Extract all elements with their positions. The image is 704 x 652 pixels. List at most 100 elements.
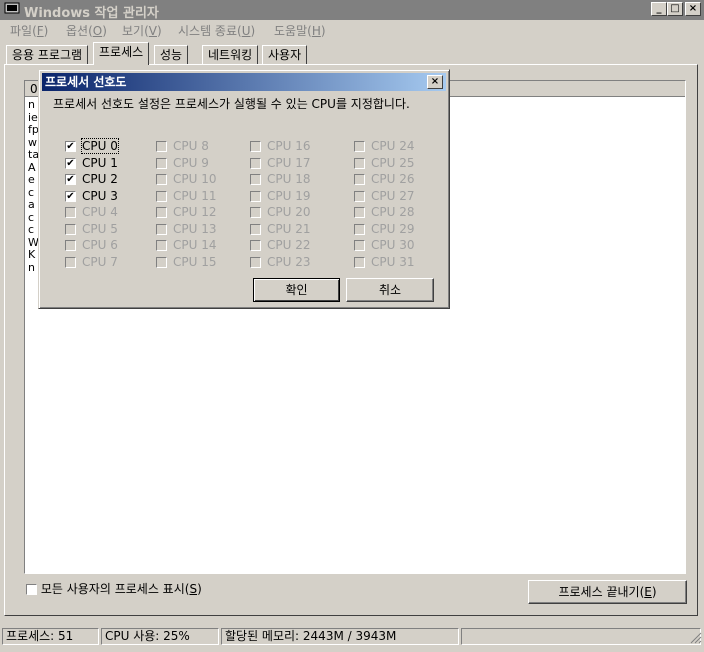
cpu-label: CPU 11	[173, 188, 217, 203]
table-row[interactable]: K	[28, 249, 35, 261]
checkmark-icon[interactable]: ✔	[65, 141, 76, 152]
cpu-checkbox[interactable]: ✔ CPU 3	[65, 189, 118, 203]
cpu-checkbox: CPU 18	[250, 172, 310, 186]
cpu-checkbox: CPU 8	[156, 139, 209, 153]
cpu-checkbox[interactable]: ✔ CPU 0	[65, 138, 119, 154]
checkbox-box	[65, 223, 76, 235]
checkmark-icon[interactable]: ✔	[65, 174, 76, 185]
cpu-label: CPU 19	[267, 188, 311, 203]
status-cpu: CPU 사용: 25%	[101, 628, 219, 645]
resize-grip-icon[interactable]	[690, 632, 702, 644]
status-bar: 프로세스: 51 CPU 사용: 25% 할당된 메모리: 2443M / 39…	[0, 626, 704, 646]
status-memory: 할당된 메모리: 2443M / 3943M	[221, 628, 459, 645]
ok-button[interactable]: 확인	[253, 278, 340, 302]
checkbox-box	[354, 207, 365, 218]
cpu-label: CPU 23	[267, 254, 311, 269]
table-row[interactable]: A	[28, 161, 36, 174]
maximize-button[interactable]: □	[667, 2, 683, 16]
dialog-description: 프로세서 선호도 설정은 프로세스가 실행될 수 있는 CPU를 지정합니다.	[53, 97, 410, 111]
checkmark-icon[interactable]: ✔	[65, 157, 76, 169]
cpu-label: CPU 31	[371, 254, 415, 269]
minimize-button[interactable]: _	[651, 2, 667, 16]
cpu-label: CPU 7	[82, 254, 118, 269]
cpu-checkbox[interactable]: ✔ CPU 1	[65, 156, 118, 170]
cpu-checkbox: CPU 13	[156, 222, 216, 236]
table-row[interactable]: e	[28, 174, 35, 186]
table-row[interactable]: ie	[28, 111, 38, 124]
checkbox-box	[354, 174, 365, 185]
tab-users[interactable]: 사용자	[262, 45, 308, 64]
cancel-button[interactable]: 취소	[346, 278, 434, 302]
menu-options[interactable]: 옵션(O)	[66, 22, 107, 39]
checkbox-box	[156, 190, 167, 202]
table-row[interactable]: w	[28, 136, 37, 149]
column-header[interactable]: 0	[30, 82, 38, 96]
checkbox-box	[354, 223, 365, 235]
cpu-checkbox[interactable]: ✔ CPU 2	[65, 172, 118, 186]
table-row[interactable]: c	[28, 186, 34, 199]
checkbox-box	[65, 240, 76, 251]
checkbox-box	[354, 190, 365, 202]
checkbox-box	[156, 174, 167, 185]
tab-performance[interactable]: 성능	[154, 45, 189, 64]
cpu-label: CPU 18	[267, 172, 311, 186]
cpu-label: CPU 30	[371, 238, 415, 252]
checkbox-box	[250, 174, 261, 185]
tab-applications[interactable]: 응용 프로그램	[6, 45, 89, 64]
dialog-title: 프로세서 선호도	[45, 75, 127, 89]
table-row[interactable]: n	[28, 261, 35, 274]
cpu-checkbox: CPU 25	[354, 156, 414, 170]
dialog-close-button[interactable]: ×	[427, 75, 443, 89]
cpu-label: CPU 29	[371, 221, 415, 236]
cpu-label: CPU 6	[82, 238, 118, 252]
checkbox-box	[156, 256, 167, 268]
checkbox-box	[250, 190, 261, 202]
menu-file[interactable]: 파일(F)	[10, 22, 48, 39]
menu-shutdown[interactable]: 시스템 종료(U)	[178, 22, 255, 39]
tab-networking[interactable]: 네트워킹	[202, 45, 259, 64]
cpu-checkbox: CPU 17	[250, 156, 310, 170]
table-row[interactable]: c	[28, 224, 34, 236]
cpu-label: CPU 14	[173, 238, 217, 252]
cpu-label: CPU 24	[371, 139, 415, 153]
cpu-checkbox: CPU 20	[250, 205, 310, 219]
cpu-checkbox: CPU 16	[250, 139, 310, 153]
cpu-label: CPU 15	[173, 254, 217, 269]
checkbox-box	[354, 141, 365, 152]
task-manager-icon	[4, 2, 20, 16]
cpu-label: CPU 3	[82, 188, 118, 203]
menu-help[interactable]: 도움말(H)	[274, 22, 326, 39]
cpu-checkbox: CPU 27	[354, 189, 414, 203]
close-button[interactable]: ×	[685, 2, 701, 16]
cpu-checkbox: CPU 9	[156, 156, 209, 170]
show-all-users-checkbox[interactable]: 모든 사용자의 프로세스 표시(S)	[26, 580, 202, 597]
cpu-label: CPU 4	[82, 205, 118, 219]
cpu-checkbox: CPU 31	[354, 255, 414, 269]
table-row[interactable]: a	[28, 199, 35, 211]
cpu-checkbox: CPU 23	[250, 255, 310, 269]
checkbox-box	[156, 157, 167, 169]
checkbox-box	[250, 141, 261, 152]
table-row[interactable]: n	[28, 99, 35, 111]
checkbox-box	[65, 207, 76, 218]
cpu-label: CPU 13	[173, 221, 217, 236]
checkbox-box	[250, 223, 261, 235]
checkmark-icon[interactable]: ✔	[65, 190, 76, 202]
cpu-checkbox: CPU 14	[156, 238, 216, 252]
table-row[interactable]: c	[28, 211, 34, 224]
cpu-label: CPU 12	[173, 205, 217, 219]
cpu-label: CPU 16	[267, 139, 311, 153]
cpu-checkbox: CPU 30	[354, 238, 414, 252]
dialog-title-bar[interactable]: 프로세서 선호도 ×	[42, 73, 446, 91]
menu-view[interactable]: 보기(V)	[122, 22, 162, 39]
show-all-users-label: 모든 사용자의 프로세스 표시(S)	[40, 582, 202, 596]
cpu-checkbox: CPU 21	[250, 222, 310, 236]
checkbox-box	[250, 207, 261, 218]
tab-processes[interactable]: 프로세스	[93, 42, 150, 65]
title-bar[interactable]: Windows 작업 관리자 _ □ ×	[0, 0, 704, 21]
cpu-checkbox: CPU 12	[156, 205, 216, 219]
cpu-label: CPU 20	[267, 205, 311, 219]
end-process-button[interactable]: 프로세스 끝내기(E)	[528, 580, 687, 604]
cpu-label: CPU 9	[173, 155, 209, 170]
checkbox-box[interactable]	[26, 584, 37, 595]
